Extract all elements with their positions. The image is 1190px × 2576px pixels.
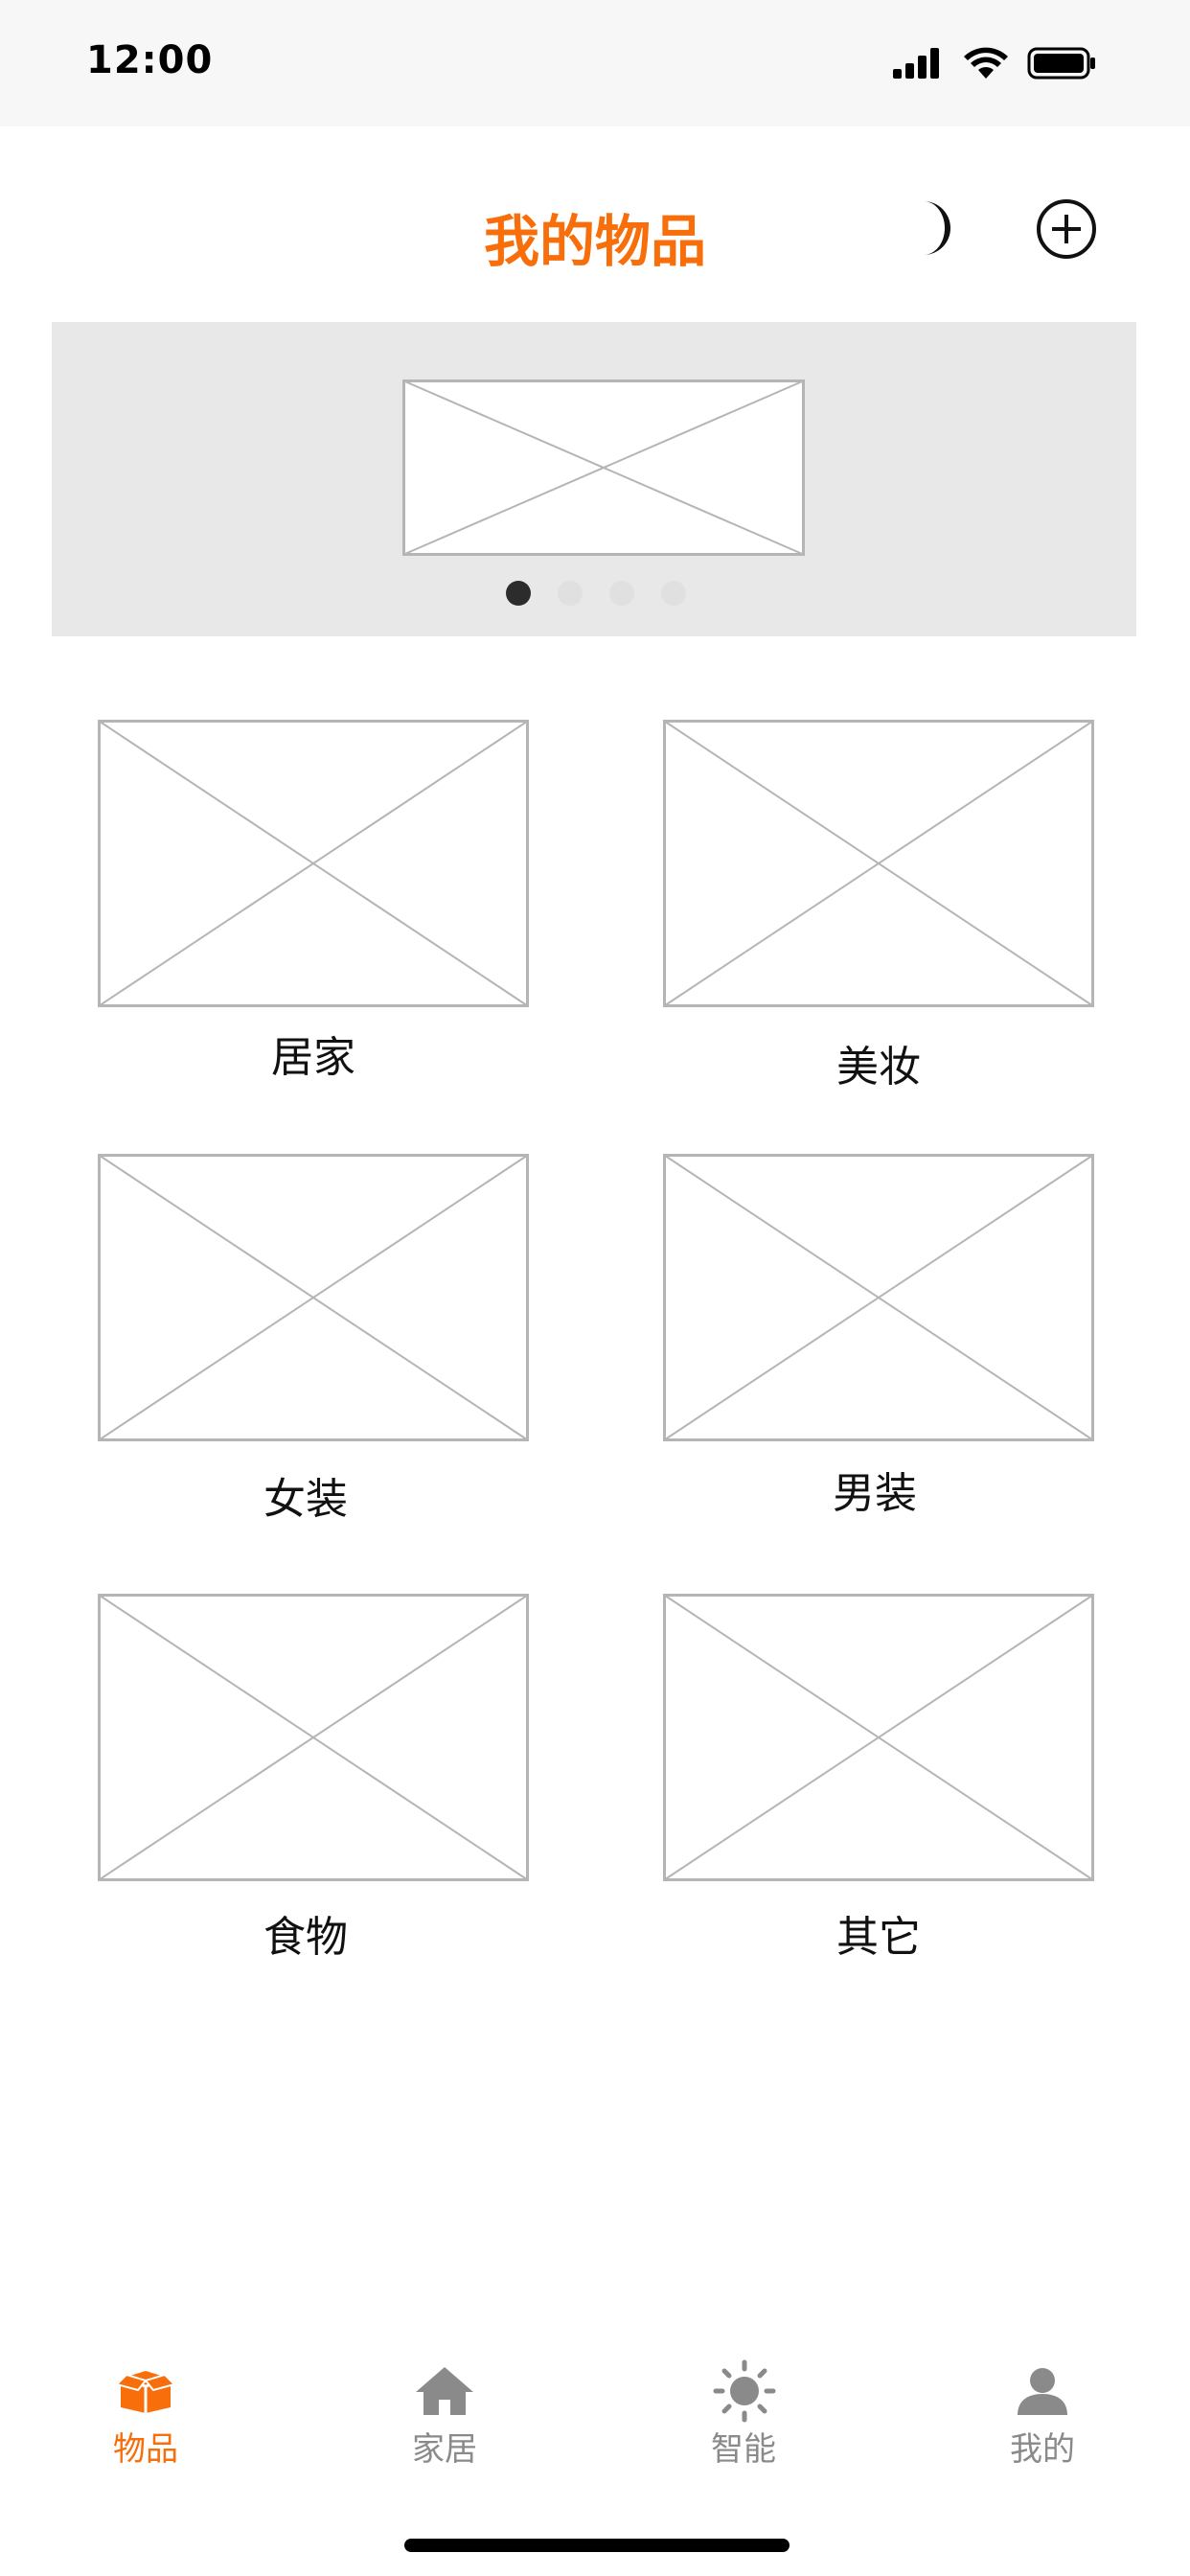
carousel-dot[interactable]	[506, 581, 531, 606]
category-label: 女装	[263, 1475, 348, 1524]
category-image-placeholder	[98, 1594, 529, 1881]
moon-icon	[924, 201, 950, 255]
tab-me[interactable]: 我的	[966, 2365, 1119, 2471]
carousel-dot[interactable]	[661, 581, 686, 606]
status-bar: 12:00	[0, 0, 1190, 126]
banner-image-placeholder	[402, 380, 805, 556]
signal-icon	[893, 48, 939, 79]
category-tile-mens[interactable]: 男装	[663, 1154, 1094, 1518]
tab-label: 智能	[711, 2430, 776, 2469]
category-label: 食物	[263, 1913, 348, 1962]
home-indicator[interactable]	[404, 2539, 790, 2552]
tab-home[interactable]: 家居	[368, 2365, 521, 2471]
category-tile-other[interactable]: 其它	[663, 1594, 1094, 1962]
tab-label: 物品	[113, 2430, 178, 2469]
tab-label: 家居	[412, 2430, 477, 2469]
category-label: 男装	[833, 1469, 917, 1518]
category-image-placeholder	[98, 720, 529, 1007]
status-icons	[891, 46, 1140, 80]
category-image-placeholder	[663, 720, 1094, 1007]
tab-items[interactable]: 物品	[69, 2365, 222, 2471]
tab-label: 我的	[1010, 2430, 1075, 2469]
category-image-placeholder	[98, 1154, 529, 1441]
category-tile-beauty[interactable]: 美妆	[663, 720, 1094, 1092]
carousel-dot[interactable]	[558, 581, 583, 606]
category-image-placeholder	[663, 1154, 1094, 1441]
category-label: 居家	[271, 1033, 355, 1082]
dark-mode-button[interactable]	[906, 197, 968, 259]
page-title: 我的物品	[483, 209, 706, 274]
carousel-dots	[52, 581, 1136, 606]
person-icon	[1018, 2368, 1067, 2415]
carousel-dot[interactable]	[609, 581, 634, 606]
screen: 12:00 我的物品 居家 美妆 女装 男装 食物 其它 物品 家居 智能 我的	[0, 0, 1190, 2576]
battery-icon	[1027, 47, 1095, 80]
category-image-placeholder	[663, 1594, 1094, 1881]
category-tile-home[interactable]: 居家	[98, 720, 529, 1082]
add-button[interactable]	[1035, 197, 1098, 261]
category-label: 美妆	[836, 1043, 921, 1092]
home-icon	[416, 2367, 473, 2415]
banner-carousel[interactable]	[52, 322, 1136, 636]
wifi-icon	[964, 47, 1008, 79]
sun-icon	[713, 2359, 776, 2423]
status-time: 12:00	[86, 38, 214, 82]
box-icon	[115, 2371, 176, 2413]
category-label: 其它	[836, 1913, 921, 1962]
plus-circle-icon	[1037, 199, 1096, 259]
category-tile-food[interactable]: 食物	[98, 1594, 529, 1962]
category-tile-womens[interactable]: 女装	[98, 1154, 529, 1524]
tab-smart[interactable]: 智能	[667, 2359, 820, 2471]
